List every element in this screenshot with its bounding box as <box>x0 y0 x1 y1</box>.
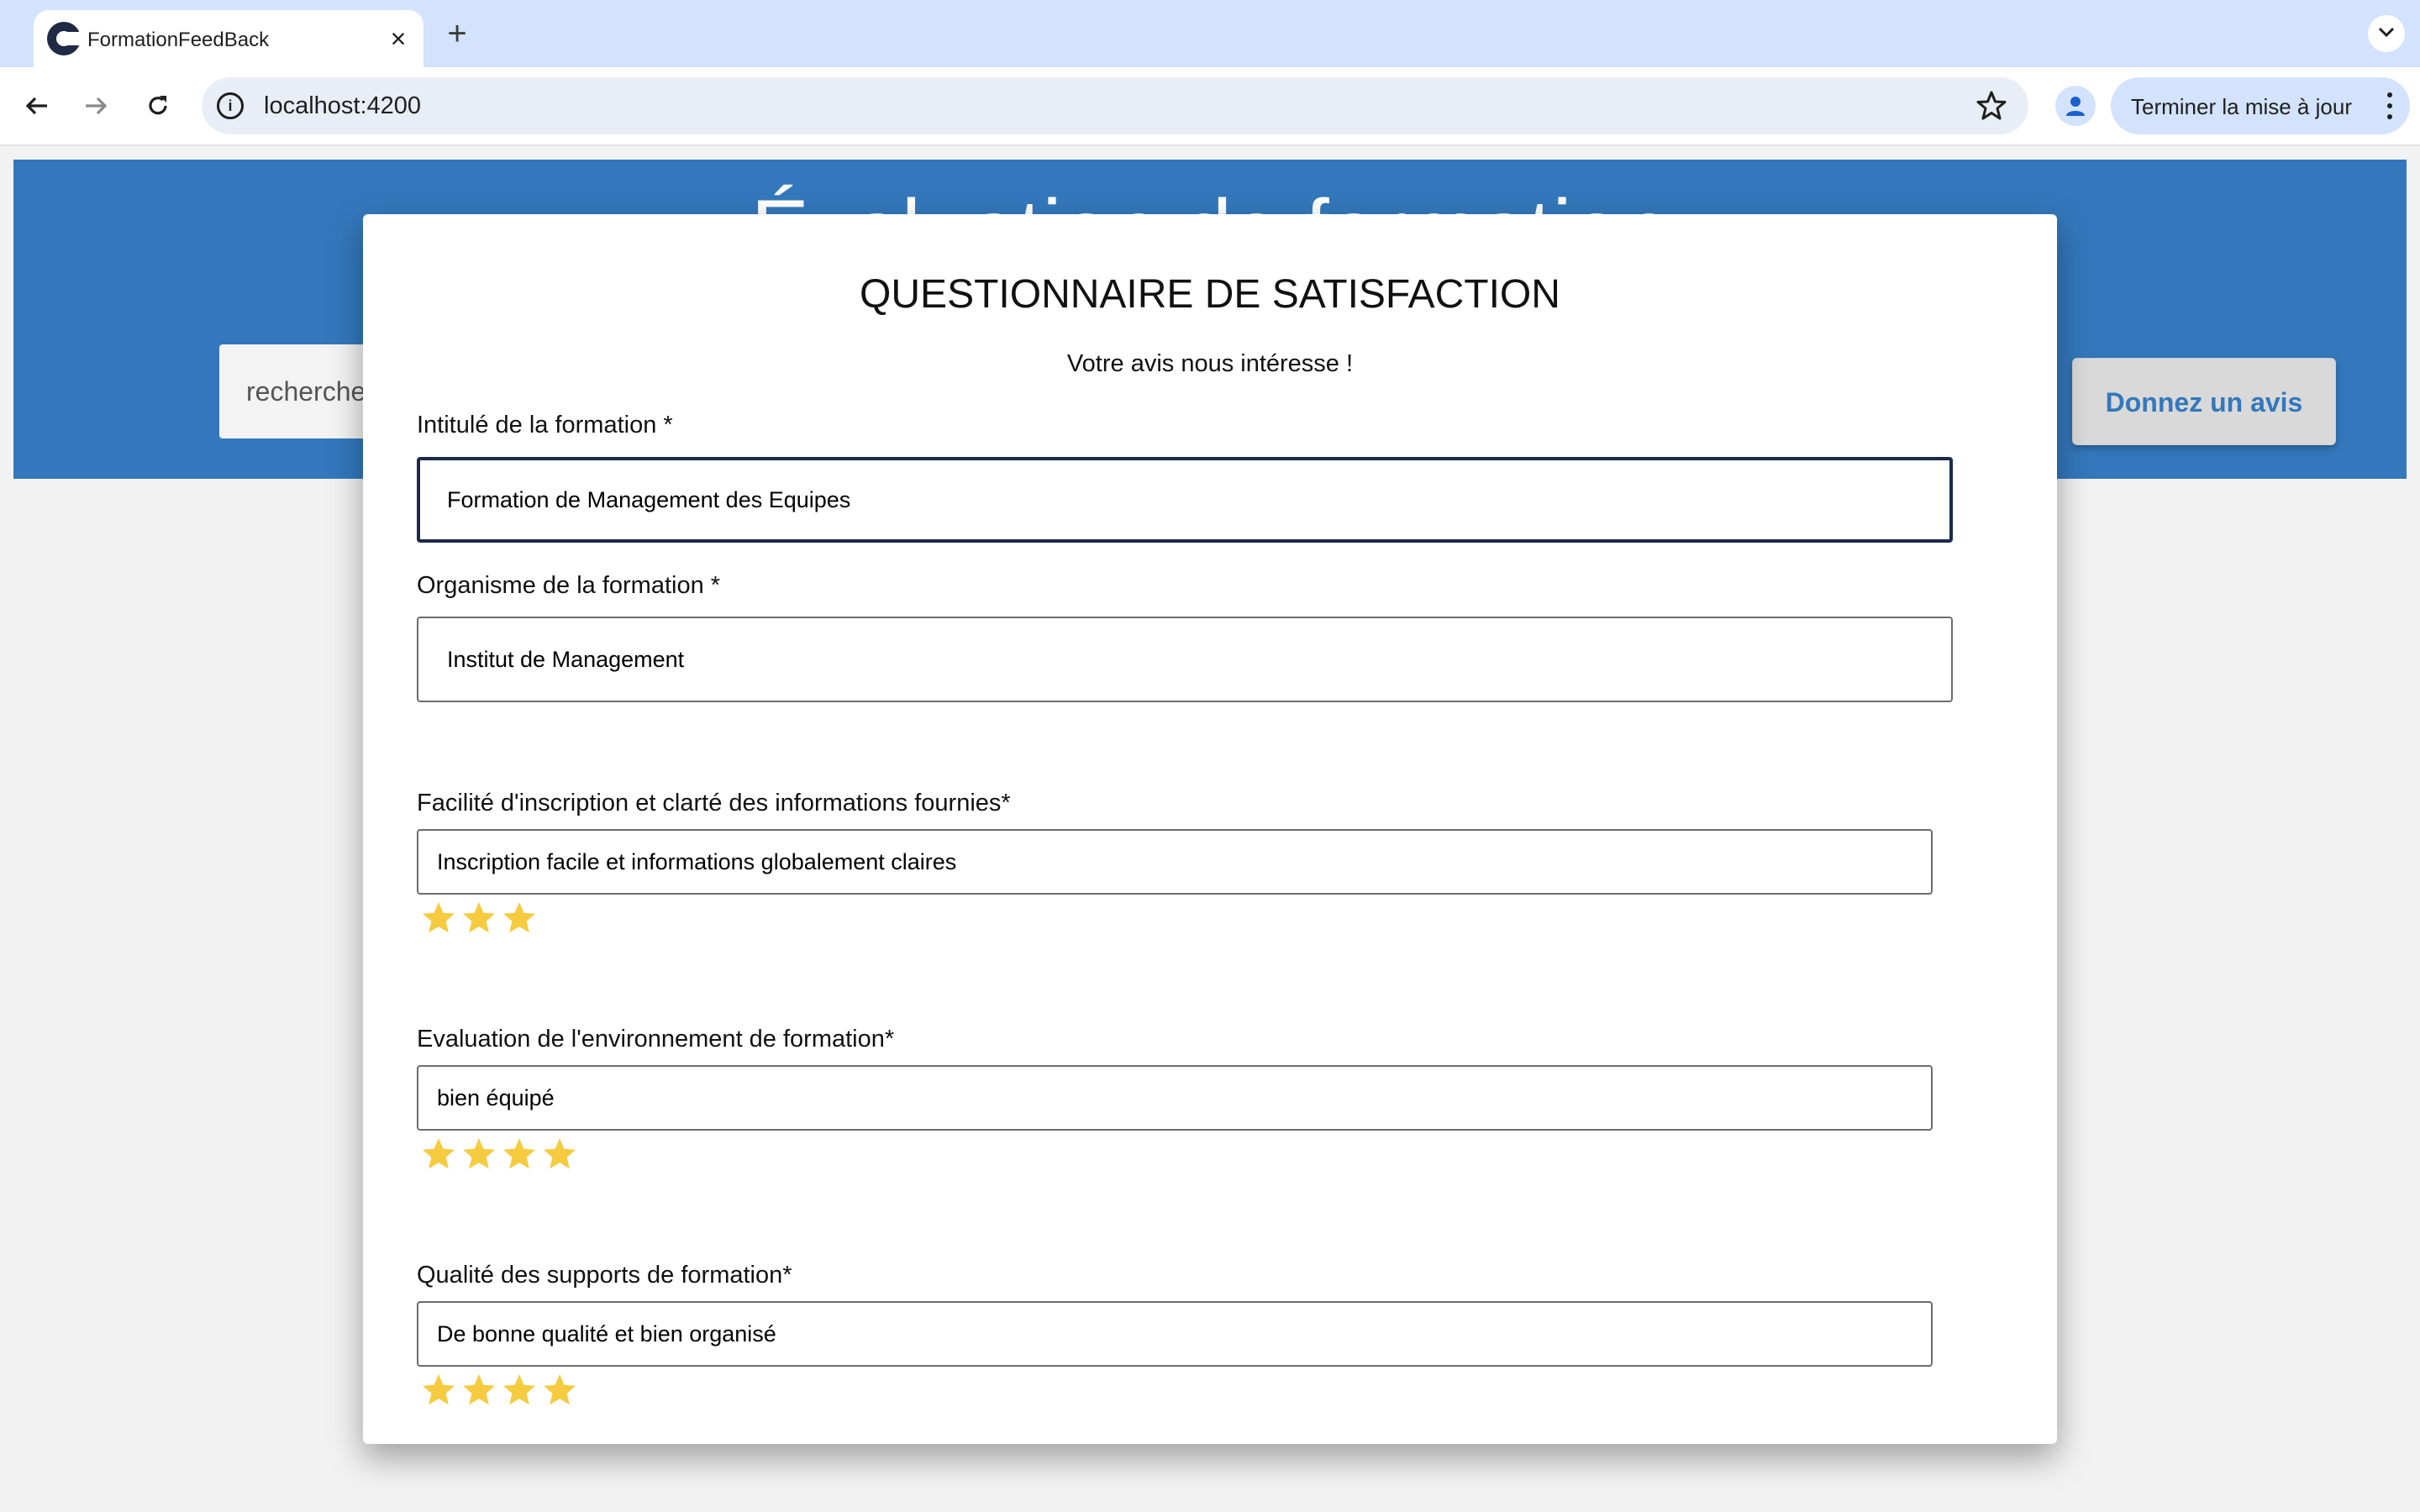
organism-label: Organisme de la formation * <box>417 572 721 599</box>
app-favicon-icon <box>47 22 82 55</box>
update-button-label: Terminer la mise à jour <box>2131 94 2352 119</box>
rating-stars-materials[interactable] <box>418 1370 580 1410</box>
satisfaction-modal: QUESTIONNAIRE DE SATISFACTION Votre avis… <box>363 214 2057 1444</box>
browser-toolbar: i localhost:4200 Terminer la mise à jour <box>0 67 2420 146</box>
tab-strip: FormationFeedBack × + <box>0 0 2420 67</box>
back-arrow-icon[interactable] <box>17 86 57 126</box>
profile-icon[interactable] <box>2055 86 2096 126</box>
organism-input[interactable] <box>418 618 1951 701</box>
star-icon[interactable] <box>459 1370 499 1410</box>
formation-title-input[interactable] <box>420 460 1949 539</box>
formation-title-field[interactable] <box>417 457 1953 543</box>
star-icon[interactable] <box>459 1134 499 1174</box>
more-vert-icon[interactable] <box>2386 92 2393 119</box>
criterion-label-materials: Qualité des supports de formation* <box>417 1262 792 1289</box>
plus-icon[interactable]: + <box>439 15 476 52</box>
star-icon[interactable] <box>459 898 499 938</box>
star-icon[interactable] <box>499 898 539 938</box>
modal-title: QUESTIONNAIRE DE SATISFACTION <box>860 272 1560 317</box>
criterion-label-registration: Facilité d'inscription et clarté des inf… <box>417 790 1011 816</box>
chevron-down-icon[interactable] <box>2368 15 2405 52</box>
rating-stars-environment[interactable] <box>418 1134 580 1174</box>
info-icon[interactable]: i <box>217 92 244 119</box>
give-review-button[interactable]: Donnez un avis <box>2072 358 2336 445</box>
star-icon[interactable] <box>539 1370 580 1410</box>
url-text[interactable]: localhost:4200 <box>264 92 421 120</box>
forward-arrow-icon[interactable] <box>76 86 116 126</box>
address-bar[interactable]: i localhost:4200 <box>202 77 2028 134</box>
tab-title: FormationFeedBack <box>87 29 270 51</box>
update-button[interactable]: Terminer la mise à jour <box>2111 77 2410 134</box>
criterion-input-registration[interactable] <box>418 831 1931 893</box>
reload-icon[interactable] <box>138 86 178 126</box>
modal-subtitle: Votre avis nous intéresse ! <box>1066 350 1354 377</box>
organism-field[interactable] <box>417 617 1953 702</box>
criterion-label-environment: Evaluation de l'environnement de formati… <box>417 1026 895 1053</box>
star-icon[interactable] <box>499 1370 539 1410</box>
star-icon[interactable] <box>418 898 459 938</box>
bookmark-star-icon[interactable] <box>1975 89 2008 123</box>
browser-tab[interactable]: FormationFeedBack × <box>34 10 424 67</box>
formation-title-label: Intitulé de la formation * <box>417 412 673 438</box>
star-icon[interactable] <box>418 1134 459 1174</box>
criterion-field-environment[interactable] <box>417 1065 1933 1131</box>
star-icon[interactable] <box>418 1370 459 1410</box>
star-icon[interactable] <box>499 1134 539 1174</box>
criterion-field-materials[interactable] <box>417 1301 1933 1367</box>
star-icon[interactable] <box>539 1134 580 1174</box>
criterion-input-environment[interactable] <box>418 1067 1931 1129</box>
rating-stars-registration[interactable] <box>418 898 539 938</box>
criterion-field-registration[interactable] <box>417 829 1933 895</box>
criterion-input-materials[interactable] <box>418 1303 1931 1365</box>
close-icon[interactable]: × <box>381 22 415 55</box>
